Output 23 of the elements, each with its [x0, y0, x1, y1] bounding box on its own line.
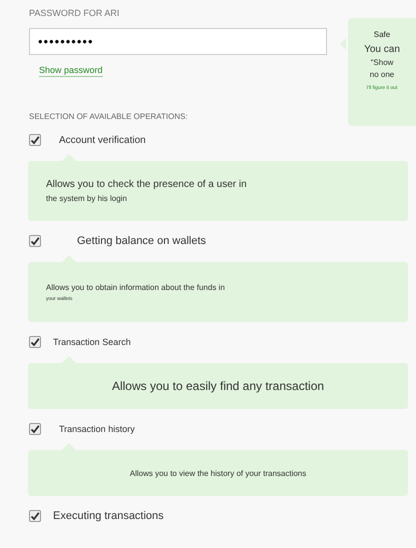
- description-text: Allows you to easily find any transaction: [112, 379, 324, 393]
- hint-text: You can: [363, 44, 401, 55]
- operation-label: Getting balance on wallets: [77, 235, 206, 247]
- operation-label: Transaction Search: [53, 337, 131, 347]
- show-password-link[interactable]: Show password: [39, 65, 103, 77]
- checkbox[interactable]: [29, 134, 41, 146]
- description-text: Allows you to view the history of your transactions: [130, 468, 306, 478]
- description-text: Allows you to check the presence of a user in: [46, 179, 248, 190]
- checkbox[interactable]: [29, 235, 41, 247]
- checkbox[interactable]: [29, 510, 41, 522]
- description-text: Allows you to obtain information about the funds in: [46, 282, 226, 292]
- checkbox[interactable]: [29, 423, 41, 435]
- hint-text: "Show: [370, 58, 394, 67]
- operation-label: Executing transactions: [53, 510, 164, 522]
- password-field[interactable]: ••••••••••: [29, 28, 327, 55]
- hint-title: Safe: [372, 30, 392, 39]
- field-label: PASSWORD FOR ARI: [29, 8, 120, 20]
- hint-text: no one: [368, 70, 396, 79]
- checkbox[interactable]: [29, 336, 41, 348]
- description-text: the system by his login: [46, 194, 128, 203]
- operation-label: Account verification: [59, 134, 146, 146]
- section-heading: SELECTION OF AVAILABLE OPERATIONS:: [29, 112, 189, 121]
- operation-label: Transaction history: [59, 424, 135, 434]
